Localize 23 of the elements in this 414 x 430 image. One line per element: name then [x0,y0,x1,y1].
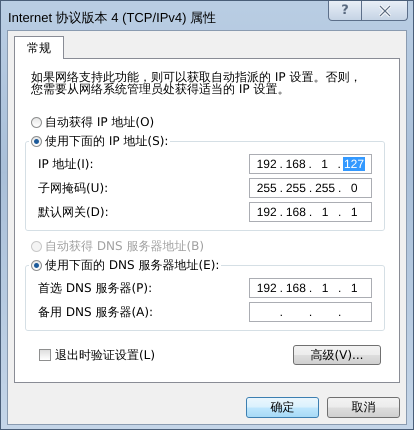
field-label: 子网掩码(U): [38,180,108,196]
ip-address-field[interactable]: 192 . 168 . 1 . 1 [249,202,372,222]
advanced-button[interactable]: 高级(V)... [293,345,381,365]
field-label: 首选 DNS 服务器(P): [38,280,152,296]
ip-address-field[interactable]: 192 . 168 . 1 . 1 [249,278,372,298]
intro-text: 您需要从网络系统管理员处获得适当的 IP 设置。 [31,83,290,95]
ip-address-field[interactable]: 255 . 255 . 255 . 0 [249,178,372,198]
intro-text: 如果网络支持此功能，则可以获取自动指派的 IP 设置。否则， [31,71,362,83]
dialog-button[interactable]: 取消 [327,397,400,418]
field-label: IP 地址(I): [38,156,94,172]
window-title: Internet 协议版本 4 (TCP/IPv4) 属性 [8,9,216,27]
tab[interactable]: 常规 [14,36,64,59]
close-icon [378,4,392,16]
ip-address-field[interactable]: . . . [249,302,372,322]
field-label: 默认网关(D): [38,204,109,220]
radio-option[interactable]: 使用下面的 IP 地址(S): [29,132,170,150]
help-button[interactable]: ? [328,1,362,21]
close-button[interactable] [362,1,408,21]
ip-address-field[interactable]: 192 . 168 . 1 . 127 [249,154,372,174]
radio-option[interactable]: 自动获得 IP 地址(O) [29,113,156,131]
field-label: 备用 DNS 服务器(A): [38,304,154,320]
dialog-button[interactable]: 确定 [246,397,319,418]
radio-option[interactable]: 使用下面的 DNS 服务器地址(E): [29,256,222,274]
